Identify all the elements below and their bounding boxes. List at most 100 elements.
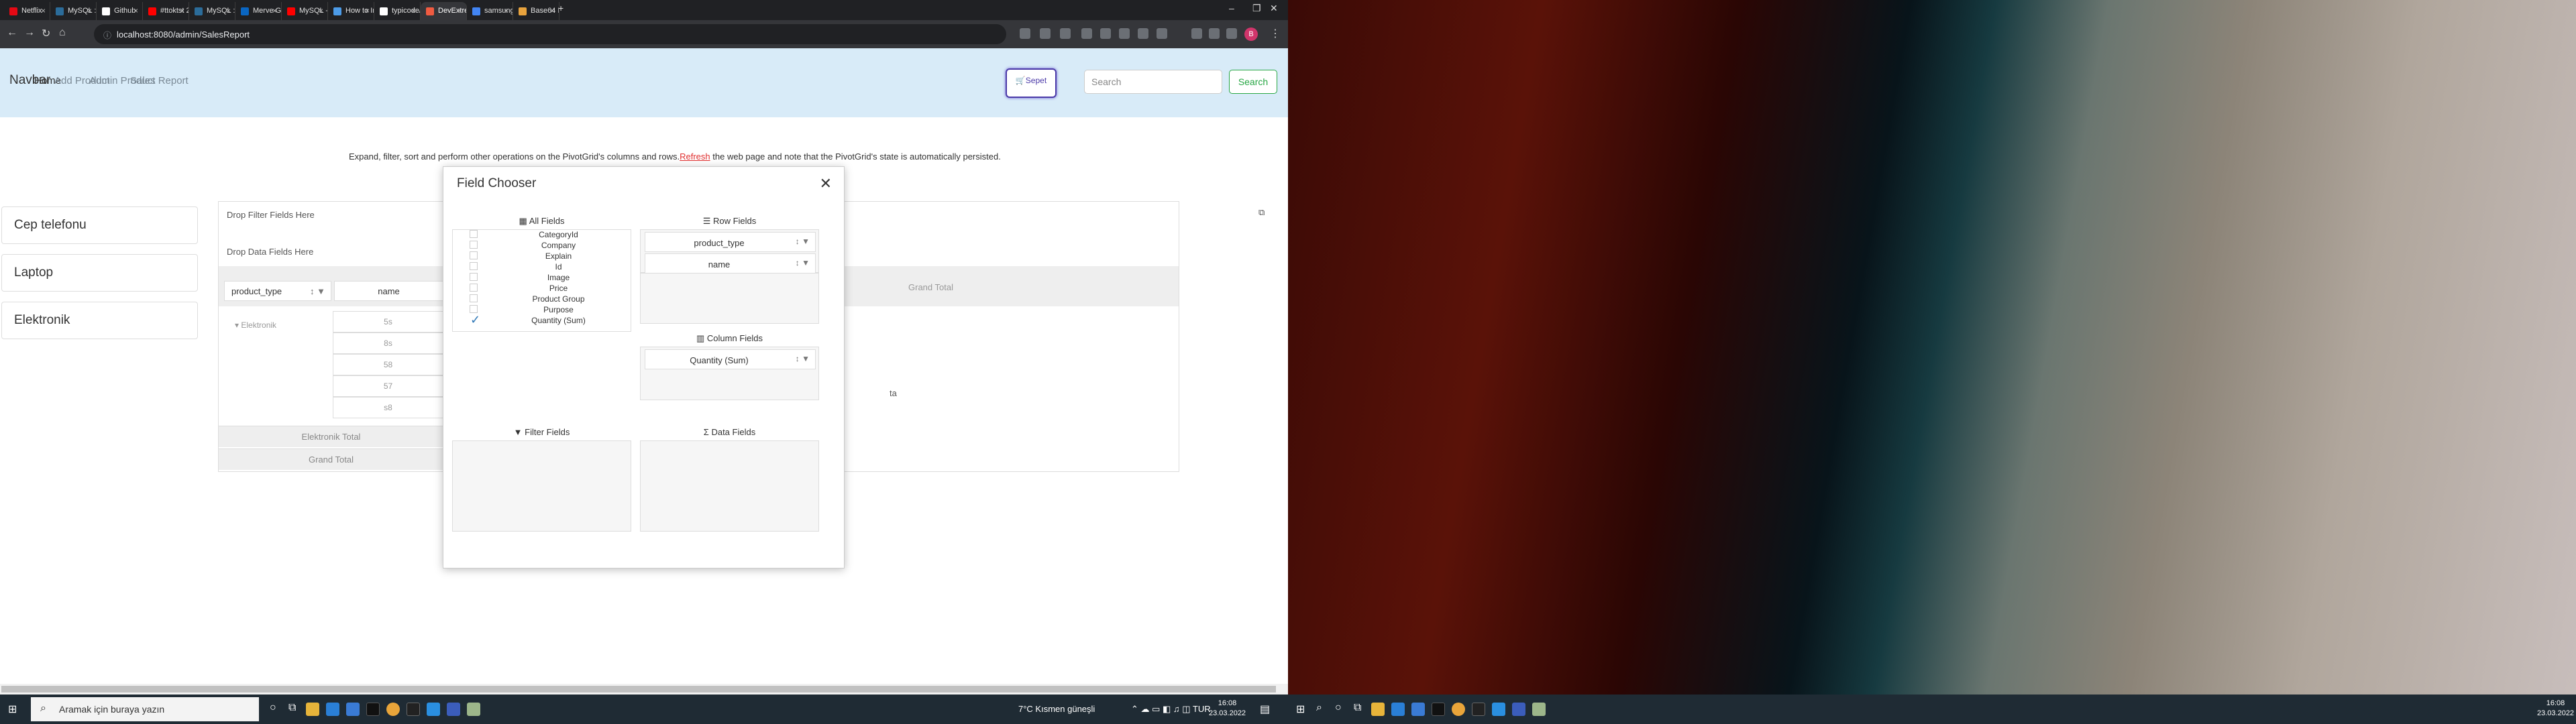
mail-icon[interactable] (346, 703, 360, 716)
taskbar-search-input[interactable]: ⌕ Aramak için buraya yazın (31, 697, 259, 721)
terminal-icon[interactable] (407, 703, 420, 716)
new-tab-icon[interactable]: + (558, 3, 564, 13)
browser-tab[interactable]: samsung ol.× (467, 2, 513, 20)
tab-close-icon[interactable]: × (180, 6, 184, 15)
checkbox[interactable] (470, 251, 478, 259)
row-header-product-type[interactable]: product_type ↕ ▼ (224, 281, 331, 301)
checkbox[interactable] (470, 273, 478, 281)
extension-icon[interactable] (1040, 28, 1051, 39)
filter-drop-area[interactable]: Drop Filter Fields Here (227, 210, 315, 220)
weather-widget[interactable]: 7°C Kısmen güneşli (1018, 704, 1095, 714)
checkbox[interactable] (470, 230, 478, 238)
data-fields-panel[interactable] (640, 440, 819, 532)
vscode-icon[interactable] (427, 703, 440, 716)
checkbox[interactable] (470, 284, 478, 292)
extension-icon[interactable] (1081, 28, 1092, 39)
field-list-item[interactable]: Product Group (453, 294, 631, 304)
cart-button[interactable]: 🛒Sepet (1006, 68, 1057, 98)
browser-tab[interactable]: #ttoktst 2011× (143, 2, 189, 20)
cortana-icon[interactable]: ○ (1335, 702, 1342, 714)
clock[interactable]: 16:08 23.03.2022 (2537, 699, 2574, 719)
forward-icon[interactable]: → (24, 27, 35, 39)
browser-tab[interactable]: How to Insta× (328, 2, 374, 20)
tab-close-icon[interactable]: × (133, 6, 138, 15)
tab-close-icon[interactable]: × (319, 6, 323, 15)
notion-icon[interactable] (366, 703, 380, 716)
store-icon[interactable] (1391, 703, 1405, 716)
tab-close-icon[interactable]: × (87, 6, 92, 15)
tab-close-icon[interactable]: × (411, 6, 416, 15)
visual-studio-icon[interactable] (1512, 703, 1525, 716)
clock[interactable]: 16:08 23.03.2022 (1209, 699, 1246, 719)
field-chooser-icon[interactable]: ⧉ (1258, 207, 1265, 218)
browser-tab[interactable]: typicode/jsc× (374, 2, 421, 20)
category-laptop[interactable]: Laptop (1, 254, 198, 292)
chrome-icon[interactable] (1452, 703, 1465, 716)
minimize-icon[interactable]: – (1229, 3, 1234, 13)
browser-tab[interactable]: Netflix × (4, 2, 50, 20)
field-list-item[interactable]: Id (453, 261, 631, 272)
search-button[interactable]: Search (1229, 70, 1277, 94)
filter-fields-panel[interactable] (452, 440, 631, 532)
extension-icon[interactable] (1191, 28, 1202, 39)
puzzle-icon[interactable] (1209, 28, 1220, 39)
field-list-item[interactable]: Company (453, 240, 631, 251)
reload-icon[interactable]: ↻ (42, 27, 50, 40)
row-field-chip[interactable]: name ↕ ▼ (645, 253, 816, 274)
notification-icon[interactable]: ▤ (1260, 703, 1270, 716)
field-list-item[interactable]: Price (453, 283, 631, 294)
tab-close-icon[interactable]: × (41, 6, 46, 15)
nav-sales-report[interactable]: Sales Report (130, 75, 189, 86)
extension-icon[interactable] (1100, 28, 1111, 39)
column-field-chip[interactable]: Quantity (Sum) ↕ ▼ (645, 349, 816, 369)
checkbox[interactable] (470, 305, 478, 313)
browser-tab[interactable]: MySQL - 00× (282, 2, 328, 20)
vscode-icon[interactable] (1492, 703, 1505, 716)
checkbox-checked[interactable]: ✓ (470, 313, 480, 327)
horizontal-scrollbar[interactable] (0, 684, 1288, 695)
browser-tab[interactable]: MySQL :: Be...× (189, 2, 235, 20)
url-field[interactable]: ⓘ localhost:8080/admin/SalesReport (94, 24, 1006, 44)
maximize-icon[interactable]: ❐ (1252, 3, 1261, 14)
all-fields-list[interactable]: CategoryId Company Explain Id Image Price Prod… (452, 229, 631, 332)
visual-studio-icon[interactable] (447, 703, 460, 716)
group-elektronik[interactable]: ▾ Elektronik (235, 320, 276, 330)
file-explorer-icon[interactable] (1371, 703, 1385, 716)
windows-start-icon[interactable]: ⊞ (1296, 703, 1305, 716)
data-drop-area[interactable]: Drop Data Fields Here (227, 247, 313, 257)
browser-tab[interactable]: DevExtreme× (421, 2, 467, 20)
browser-tab[interactable]: MySQL :: Be...× (50, 2, 97, 20)
column-fields-panel[interactable]: Quantity (Sum) ↕ ▼ (640, 347, 819, 400)
sidebar-icon[interactable] (1226, 28, 1237, 39)
back-icon[interactable]: ← (7, 27, 17, 39)
app-icon[interactable] (1532, 703, 1546, 716)
collapse-icon[interactable]: ▾ (235, 320, 241, 330)
close-icon[interactable]: ✕ (820, 175, 832, 192)
task-view-icon[interactable]: ⧉ (1354, 702, 1361, 714)
extension-icon[interactable] (1138, 28, 1148, 39)
checkbox[interactable] (470, 294, 478, 302)
notion-icon[interactable] (1432, 703, 1445, 716)
browser-tab[interactable]: Base64 Imag× (513, 2, 559, 20)
app-icon[interactable] (467, 703, 480, 716)
tab-close-icon[interactable]: × (458, 6, 462, 15)
extension-icon[interactable] (1119, 28, 1130, 39)
scrollbar-thumb[interactable] (1, 686, 1276, 692)
tab-close-icon[interactable]: × (226, 6, 231, 15)
search-icon[interactable]: ⌕ (1316, 702, 1322, 714)
tab-close-icon[interactable]: × (504, 6, 508, 15)
row-header-name[interactable]: name (334, 281, 443, 301)
refresh-link[interactable]: Refresh (680, 152, 710, 162)
file-explorer-icon[interactable] (306, 703, 319, 716)
tab-close-icon[interactable]: × (550, 6, 555, 15)
tab-close-icon[interactable]: × (365, 6, 370, 15)
row-fields-drop-space[interactable] (640, 273, 819, 324)
tray-icons[interactable]: ⌃ ☁ ▭ ◧ ♫ ◫ TUR (1131, 704, 1211, 715)
menu-dots-icon[interactable]: ⋮ (1270, 27, 1281, 40)
category-cep-telefonu[interactable]: Cep telefonu (1, 206, 198, 244)
sort-filter-icon[interactable]: ↕ ▼ (796, 354, 810, 363)
mail-icon[interactable] (1411, 703, 1425, 716)
tab-close-icon[interactable]: × (272, 6, 277, 15)
close-window-icon[interactable]: ✕ (1270, 3, 1278, 14)
sort-filter-icon[interactable]: ↕ ▼ (796, 237, 810, 246)
